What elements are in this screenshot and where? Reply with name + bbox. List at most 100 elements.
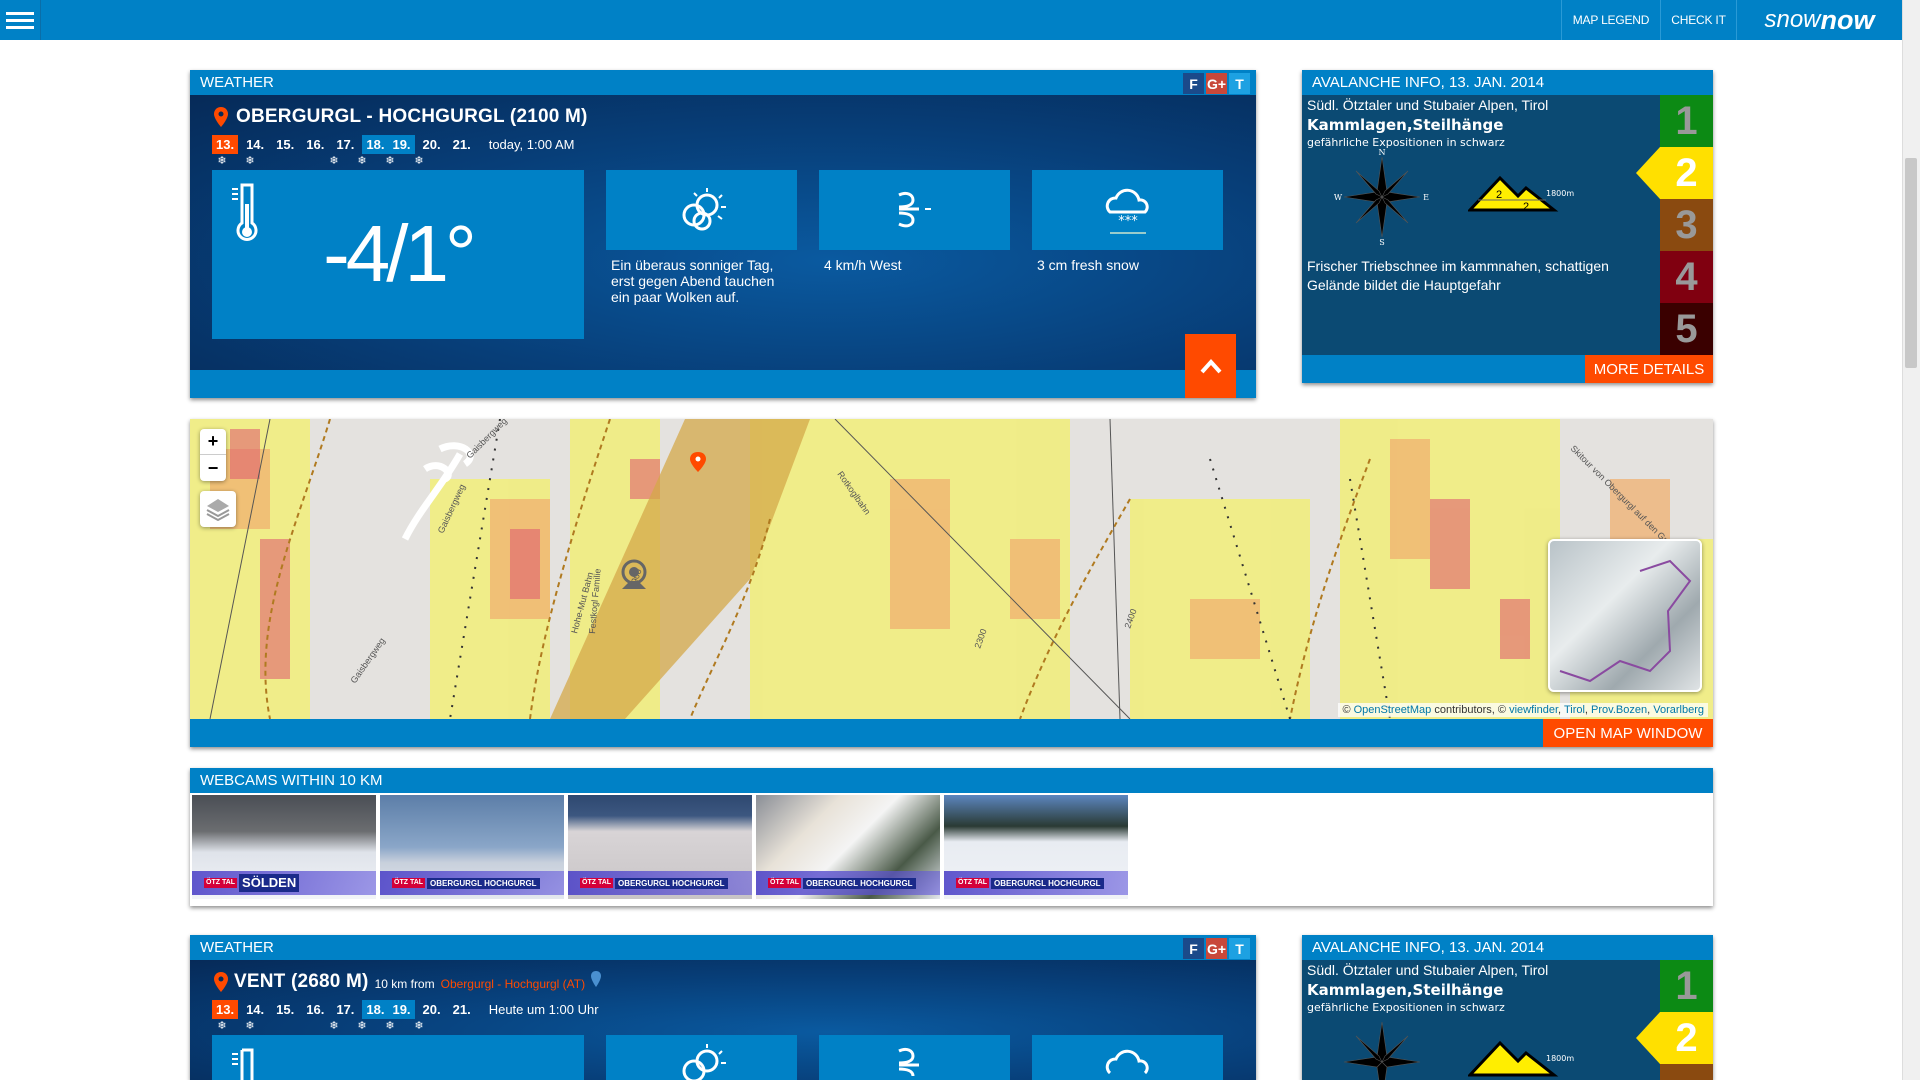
tirol-link[interactable]: Tirol (1564, 704, 1585, 716)
date-tab[interactable]: 14. (242, 1000, 268, 1019)
date-tab[interactable]: 13. (212, 135, 239, 154)
date-tab[interactable]: 20. (419, 1000, 445, 1019)
danger-level-3: 3 (1660, 199, 1713, 251)
avalanche-header: AVALANCHE INFO, 13. JAN. 2014 (1302, 70, 1713, 95)
date-tab[interactable]: 19. (388, 1000, 415, 1019)
weather-title: WEATHER (200, 74, 274, 91)
snow-cloud-icon (1105, 1049, 1149, 1075)
date-tab[interactable]: 13. (212, 1000, 239, 1019)
avalanche-terrain: Kammlagen,Steilhänge (1307, 116, 1504, 134)
sun-cloud-icon (682, 1044, 726, 1080)
vorarlberg-link[interactable]: Vorarlberg (1653, 704, 1704, 716)
danger-level-3 (1660, 1064, 1713, 1080)
snowflake-icon: ❄ (385, 155, 395, 167)
snowflake-icon: ❄ (385, 1020, 395, 1032)
danger-level-5: 5 (1660, 303, 1713, 355)
date-tab[interactable]: 15. (272, 135, 298, 154)
compass-w: W (1334, 193, 1343, 202)
webcam-thumbnail[interactable]: ÖTZ TAL SÖLDEN (192, 795, 376, 899)
weather-panel-2: WEATHER f g+ t VENT (2680 M) 10 km from … (190, 935, 1256, 1080)
current-level-pointer (1636, 147, 1660, 199)
compass-rose-icon (1343, 1021, 1421, 1080)
webcams-header: WEBCAMS WITHIN 10 KM (190, 768, 1713, 793)
elevation-label: 1800m (1546, 189, 1574, 198)
snowflake-icon: ❄ (414, 155, 424, 167)
map-pin-icon[interactable] (591, 971, 602, 987)
webcam-name: OBERGURGL HOCHGURGL (615, 877, 728, 889)
reference-location-link[interactable]: Obergurgl - Hochgurgl (AT) (441, 977, 586, 991)
snowflake-icon: ❄ (329, 1020, 339, 1032)
webcam-thumbnail[interactable]: ÖTZ TAL OBERGURGL HOCHGURGL (380, 795, 564, 899)
webcam-brand: ÖTZ TAL (204, 878, 238, 888)
avalanche-description: Frischer Triebschnee im kammnahen, schat… (1307, 258, 1609, 293)
webcam-brand: ÖTZ TAL (580, 878, 614, 888)
elevation-danger-icon: 1800m (1468, 1040, 1574, 1077)
snowflake-icon: ❄ (245, 1020, 255, 1032)
snowflake-icon: ❄ (357, 1020, 367, 1032)
webcam-thumbnail[interactable]: ÖTZ TAL OBERGURGL HOCHGURGL (568, 795, 752, 899)
danger-level-4: 4 (1660, 251, 1713, 303)
date-tab[interactable]: 17. (332, 1000, 358, 1019)
danger-level-1: 1 (1660, 960, 1713, 1012)
date-tab[interactable]: 21. (449, 1000, 475, 1019)
map-panel: Gaisbergweg Gaisbergweg Gaisbergweg Hohe… (190, 419, 1713, 747)
date-tab[interactable]: 20. (419, 135, 445, 154)
zoom-out-button[interactable]: − (200, 455, 226, 481)
map-canvas[interactable]: Gaisbergweg Gaisbergweg Gaisbergweg Hohe… (190, 419, 1713, 719)
weather-title: WEATHER (200, 939, 274, 956)
twitter-icon[interactable]: t (1229, 73, 1250, 94)
date-tab[interactable]: 15. (272, 1000, 298, 1019)
date-tab[interactable]: 18. (362, 135, 389, 154)
date-tab[interactable]: 19. (388, 135, 415, 154)
date-tab[interactable]: 17. (332, 135, 358, 154)
forecast-time: today, 1:00 AM (488, 137, 575, 152)
date-tab[interactable]: 16. (302, 1000, 328, 1019)
webcam-list: ÖTZ TAL SÖLDEN ÖTZ TAL OBERGURGL HOCHGURGL… (190, 793, 1713, 903)
webcam-brand: ÖTZ TAL (768, 878, 802, 888)
bozen-link[interactable]: Prov.Bozen (1591, 704, 1647, 716)
layers-icon (206, 499, 230, 521)
snowflake-icon: ❄ (217, 155, 227, 167)
snow-card: *** (1032, 170, 1223, 250)
current-level-pointer (1636, 1012, 1660, 1064)
attribution-text: contributors, © (1434, 704, 1507, 716)
date-tab[interactable]: 16. (302, 135, 328, 154)
map-footer (190, 719, 1713, 747)
date-tab[interactable]: 21. (449, 135, 475, 154)
facebook-icon[interactable]: f (1183, 938, 1204, 959)
level-above: 2 (1496, 189, 1502, 201)
date-tab[interactable]: 18. (362, 1000, 389, 1019)
check-it-button[interactable]: CHECK IT (1660, 0, 1736, 40)
hamburger-menu-icon[interactable] (0, 0, 41, 40)
twitter-icon[interactable]: t (1229, 938, 1250, 959)
open-map-window-button[interactable]: OPEN MAP WINDOW (1543, 719, 1713, 747)
webcam-thumbnail[interactable]: ÖTZ TAL OBERGURGL HOCHGURGL (756, 795, 940, 899)
zoom-control: + − (200, 429, 226, 481)
attribution-prefix: © (1342, 704, 1351, 716)
layers-button[interactable] (200, 491, 236, 527)
collapse-button[interactable] (1185, 334, 1236, 398)
osm-link[interactable]: OpenStreetMap (1354, 704, 1432, 716)
compass-e: E (1423, 193, 1429, 202)
scrollbar-thumb[interactable] (1905, 158, 1917, 368)
weather-body: OBERGURGL - HOCHGURGL (2100 M) 13. 14. 1… (190, 95, 1256, 371)
webcam-thumbnail[interactable]: ÖTZ TAL OBERGURGL HOCHGURGL (944, 795, 1128, 899)
snowflake-icon: ❄ (329, 155, 339, 167)
google-plus-icon[interactable]: g+ (1206, 73, 1227, 94)
danger-level-2-current: 2 (1660, 1012, 1713, 1064)
wind-icon (897, 191, 931, 228)
temperature-box (212, 1035, 584, 1080)
snownow-logo[interactable]: snow now (1736, 0, 1902, 40)
zoom-in-button[interactable]: + (200, 429, 226, 455)
danger-level-1: 1 (1660, 95, 1713, 147)
map-attribution: © OpenStreetMap contributors, © viewfind… (1338, 703, 1708, 717)
weather-body: VENT (2680 M) 10 km from Obergurgl - Hoc… (190, 960, 1256, 1080)
google-plus-icon[interactable]: g+ (1206, 938, 1227, 959)
facebook-icon[interactable]: f (1183, 73, 1204, 94)
map-legend-button[interactable]: MAP LEGEND (1561, 0, 1660, 40)
compass-s: S (1379, 238, 1384, 245)
viewfinder-link[interactable]: viewfinder (1509, 704, 1558, 716)
more-details-button[interactable]: MORE DETAILS (1585, 355, 1713, 383)
date-tab[interactable]: 14. (242, 135, 268, 154)
overview-minimap[interactable] (1548, 539, 1702, 692)
